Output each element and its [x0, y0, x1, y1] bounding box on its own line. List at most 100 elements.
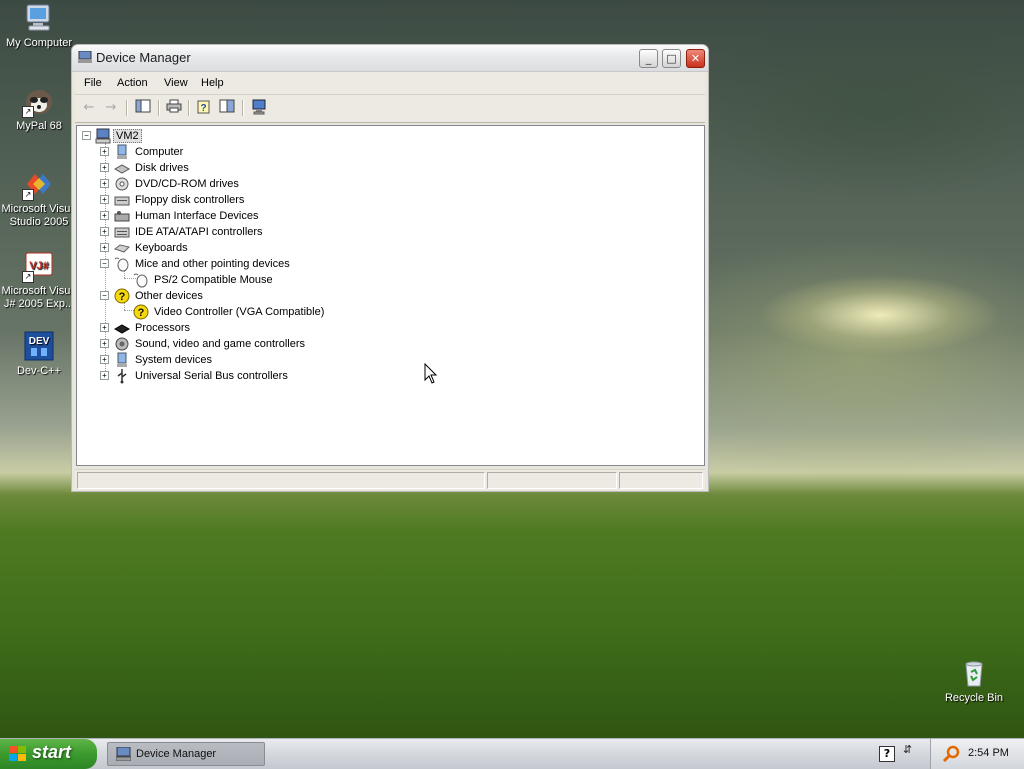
desktop: My Computer ↗ MyPal 68 ↗ Microsoft Visua… — [0, 0, 1024, 738]
print-icon[interactable] — [164, 99, 184, 117]
desktop-icon-recycle-bin[interactable]: Recycle Bin — [935, 657, 1013, 705]
keyboard-icon — [113, 240, 130, 256]
tree-item-label: Human Interface Devices — [135, 210, 259, 222]
back-icon[interactable]: ← — [79, 99, 99, 117]
desktop-icon-mypal[interactable]: ↗ MyPal 68 — [0, 85, 78, 133]
tree-item-label: Floppy disk controllers — [135, 194, 245, 206]
devcpp-icon: DEV — [23, 330, 55, 362]
expand-icon[interactable]: + — [100, 371, 109, 380]
expand-icon[interactable]: + — [100, 339, 109, 348]
mouse-icon — [114, 256, 130, 272]
windows-flag-icon — [9, 746, 26, 761]
expand-icon[interactable]: + — [100, 323, 109, 332]
computer-icon — [95, 128, 111, 144]
status-panel-2 — [487, 472, 617, 489]
device-manager-window[interactable]: Device Manager _ □ ✕ File Action View He… — [71, 44, 709, 492]
expand-icon[interactable]: + — [100, 227, 109, 236]
scan-hardware-icon[interactable] — [249, 99, 269, 117]
collapse-icon[interactable]: − — [82, 131, 91, 140]
window-title: Device Manager — [96, 50, 191, 65]
title-bar[interactable]: Device Manager _ □ ✕ — [72, 45, 708, 72]
device-tree[interactable]: − VM2 + Computer + Disk drives + DVD/CD-… — [76, 125, 705, 466]
usb-icon — [114, 368, 130, 384]
computer-category-icon — [114, 144, 130, 160]
menu-action[interactable]: Action — [117, 77, 148, 89]
properties-icon[interactable] — [217, 99, 237, 117]
collapse-icon[interactable]: − — [100, 259, 109, 268]
desktop-icon-label: Recycle Bin — [944, 692, 1004, 704]
mypal-browser-icon: ↗ — [22, 85, 55, 118]
desktop-icon-label: My Computer — [5, 37, 73, 49]
toolbar-separator — [126, 100, 128, 116]
close-icon: ✕ — [690, 52, 701, 65]
tree-item-label: DVD/CD-ROM drives — [135, 178, 239, 190]
desktop-icon-my-computer[interactable]: My Computer — [0, 2, 78, 50]
desktop-icon-label-line2: Studio 2005 — [9, 216, 69, 228]
desktop-icon-devcpp[interactable]: DEV Dev-C++ — [0, 330, 78, 378]
desktop-icon-visual-jsharp[interactable]: VJ# ↗ Microsoft Visua J# 2005 Exp... — [0, 250, 78, 311]
tree-child-label: PS/2 Compatible Mouse — [154, 274, 273, 286]
menu-view[interactable]: View — [164, 77, 188, 89]
desktop-icon-label-line1: Microsoft Visua — [1, 285, 77, 297]
status-panel-main — [77, 472, 485, 489]
status-panel-3 — [619, 472, 703, 489]
expand-icon[interactable]: + — [100, 211, 109, 220]
tree-root-label: VM2 — [113, 129, 142, 143]
floppy-controller-icon — [114, 192, 130, 208]
help-tray-icon[interactable]: ? — [879, 746, 895, 762]
expand-icon[interactable]: + — [100, 147, 109, 156]
minimize-icon: _ — [645, 52, 652, 65]
visual-studio-icon: ↗ — [22, 168, 55, 201]
desktop-icon-label-line2: J# 2005 Exp... — [3, 298, 75, 310]
desktop-icon-label: MyPal 68 — [16, 120, 62, 132]
clock[interactable]: 2:54 PM — [968, 747, 1009, 759]
svg-text:?: ? — [119, 291, 126, 303]
tree-item-label: Other devices — [135, 290, 203, 302]
svg-text:?: ? — [200, 103, 206, 114]
expand-icon[interactable]: + — [100, 179, 109, 188]
expand-icon[interactable]: + — [100, 355, 109, 364]
close-button[interactable]: ✕ — [686, 49, 705, 68]
collapse-icon[interactable]: − — [100, 291, 109, 300]
tree-item-label: Mice and other pointing devices — [135, 258, 290, 270]
taskbar-button-label: Device Manager — [136, 748, 217, 760]
system-device-icon — [114, 352, 130, 368]
shortcut-arrow-icon: ↗ — [22, 189, 34, 201]
start-button[interactable]: start — [0, 739, 97, 769]
expand-icon[interactable]: + — [100, 243, 109, 252]
taskbar-button-device-manager[interactable]: Device Manager — [107, 742, 265, 766]
menu-file[interactable]: File — [84, 77, 102, 89]
unknown-device-icon: ? — [114, 288, 130, 304]
shortcut-arrow-icon: ↗ — [22, 106, 34, 118]
tree-item-label: Disk drives — [135, 162, 189, 174]
desktop-icon-visual-studio[interactable]: ↗ Microsoft Visua Studio 2005 — [0, 168, 78, 229]
expand-icon[interactable]: + — [100, 163, 109, 172]
svg-text:DEV: DEV — [29, 336, 50, 347]
tree-item-label: System devices — [135, 354, 213, 366]
maximize-button[interactable]: □ — [662, 49, 681, 68]
expand-icon[interactable]: + — [100, 195, 109, 204]
help-icon[interactable]: ? — [194, 99, 214, 117]
hid-device-icon — [114, 208, 130, 224]
device-manager-icon — [116, 747, 131, 761]
menu-help[interactable]: Help — [201, 77, 224, 89]
show-hide-console-tree-icon[interactable] — [133, 99, 153, 117]
tree-item-label: Computer — [135, 146, 184, 158]
tree-item-label: Processors — [135, 322, 191, 334]
mouse-pointer-icon — [424, 363, 438, 384]
warning-device-icon: ? — [133, 304, 149, 320]
tree-item-label: Universal Serial Bus controllers — [135, 370, 288, 382]
toolbar-separator — [158, 100, 160, 116]
forward-icon[interactable]: → — [101, 99, 121, 117]
tree-item-label: Keyboards — [135, 242, 188, 254]
dvd-drive-icon — [114, 176, 130, 192]
toolbar-separator — [242, 100, 244, 116]
ide-controller-icon — [114, 224, 130, 240]
maximize-icon: □ — [666, 52, 677, 65]
network-tray-icon[interactable]: ⇵ — [903, 743, 912, 756]
search-tray-icon[interactable] — [942, 745, 960, 763]
minimize-button[interactable]: _ — [639, 49, 658, 68]
device-manager-icon — [78, 50, 92, 63]
processor-icon — [113, 320, 131, 336]
svg-text:?: ? — [138, 307, 145, 319]
